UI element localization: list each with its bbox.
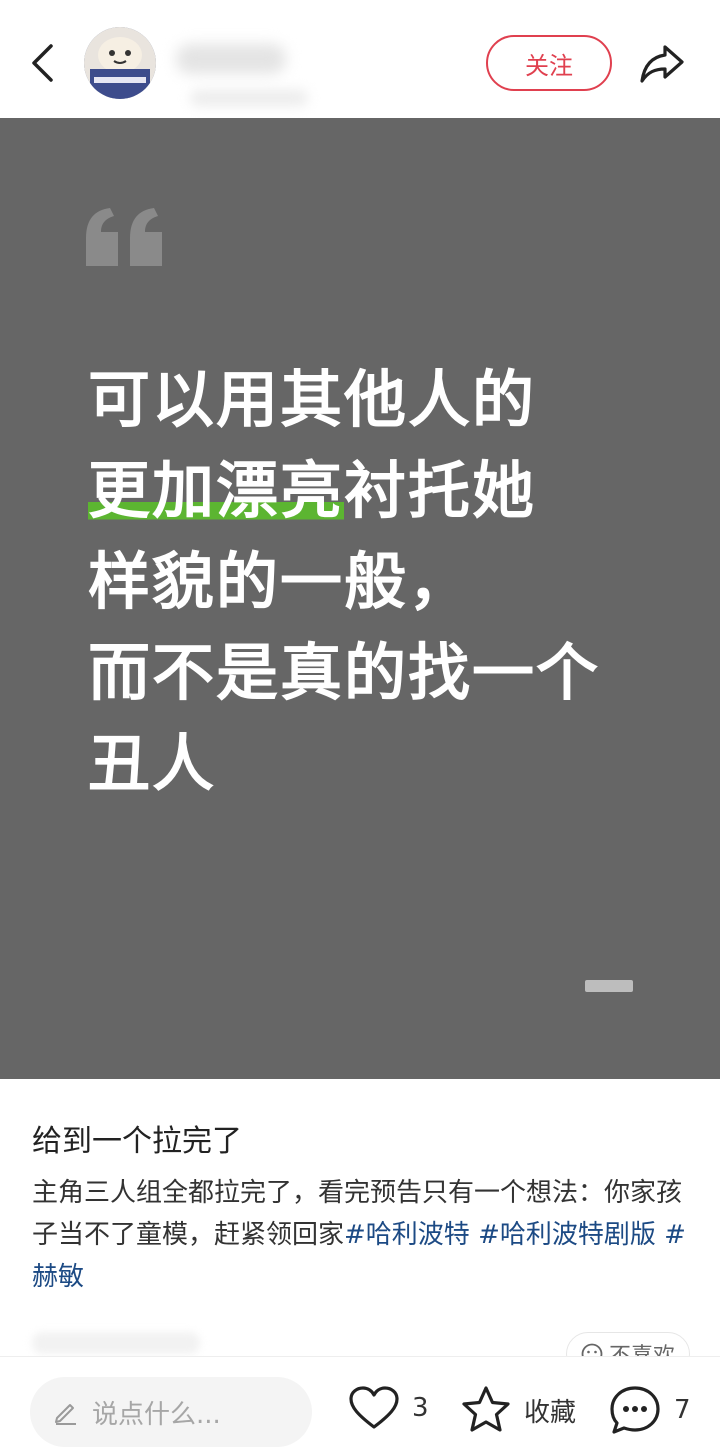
share-icon [640, 45, 684, 83]
hashtag-link[interactable]: #哈利波特 [344, 1220, 470, 1250]
user-meta-blurred [190, 90, 308, 106]
chat-bubble-icon [610, 1386, 660, 1434]
post-body: 主角三人组全都拉完了，看完预告只有一个想法：你家孩子当不了童模，赶紧领回家#哈利… [32, 1172, 692, 1298]
star-icon [462, 1386, 510, 1432]
quote-mark-icon [86, 208, 162, 266]
quote-line: 样貌的一般， [88, 536, 678, 627]
comments-button[interactable]: 7 [608, 1385, 691, 1435]
username-blurred [176, 44, 286, 74]
quote-line: 更加漂亮衬托她 [88, 445, 678, 536]
quote-text: 可以用其他人的 更加漂亮衬托她 样貌的一般， 而不是真的找一个 丑人 [88, 354, 678, 809]
page-indicator [585, 980, 633, 992]
favorite-label: 收藏 [524, 1397, 577, 1428]
quote-line-text: 可以用其他人的 [88, 363, 537, 436]
top-bar: 关注 [0, 0, 720, 118]
chevron-left-icon [32, 44, 53, 82]
follow-button[interactable]: 关注 [486, 35, 612, 91]
quote-line-text: 而不是真的找一个 [88, 636, 601, 709]
favorite-button[interactable]: 收藏 [460, 1385, 576, 1435]
quote-line: 可以用其他人的 [88, 354, 678, 445]
post-image[interactable]: 可以用其他人的 更加漂亮衬托她 样貌的一般， 而不是真的找一个 丑人 [0, 118, 720, 1079]
post-title: 给到一个拉完了 [32, 1124, 242, 1159]
like-button[interactable]: 3 [348, 1385, 429, 1431]
quote-line-text: 衬托她 [344, 454, 537, 527]
heart-icon [349, 1386, 399, 1429]
quote-line-text: 丑人 [88, 727, 217, 800]
share-button[interactable] [636, 38, 688, 90]
comment-placeholder: 说点什么... [92, 1399, 221, 1430]
avatar[interactable] [84, 27, 156, 99]
bottom-action-bar: 说点什么... 3 收藏 7 [0, 1356, 720, 1452]
hashtag-link[interactable]: #哈利波特剧版 [478, 1220, 656, 1250]
quote-highlight: 更加漂亮 [88, 454, 345, 527]
like-count: 3 [412, 1393, 429, 1423]
post-meta-blurred [32, 1332, 200, 1354]
quote-line-text: 样貌的一般， [88, 545, 473, 618]
back-button[interactable] [22, 40, 62, 86]
comment-input[interactable]: 说点什么... [30, 1377, 312, 1447]
comment-count: 7 [674, 1395, 691, 1425]
quote-line: 而不是真的找一个 [88, 627, 678, 718]
pencil-icon [55, 1404, 76, 1425]
quote-line: 丑人 [88, 718, 678, 809]
